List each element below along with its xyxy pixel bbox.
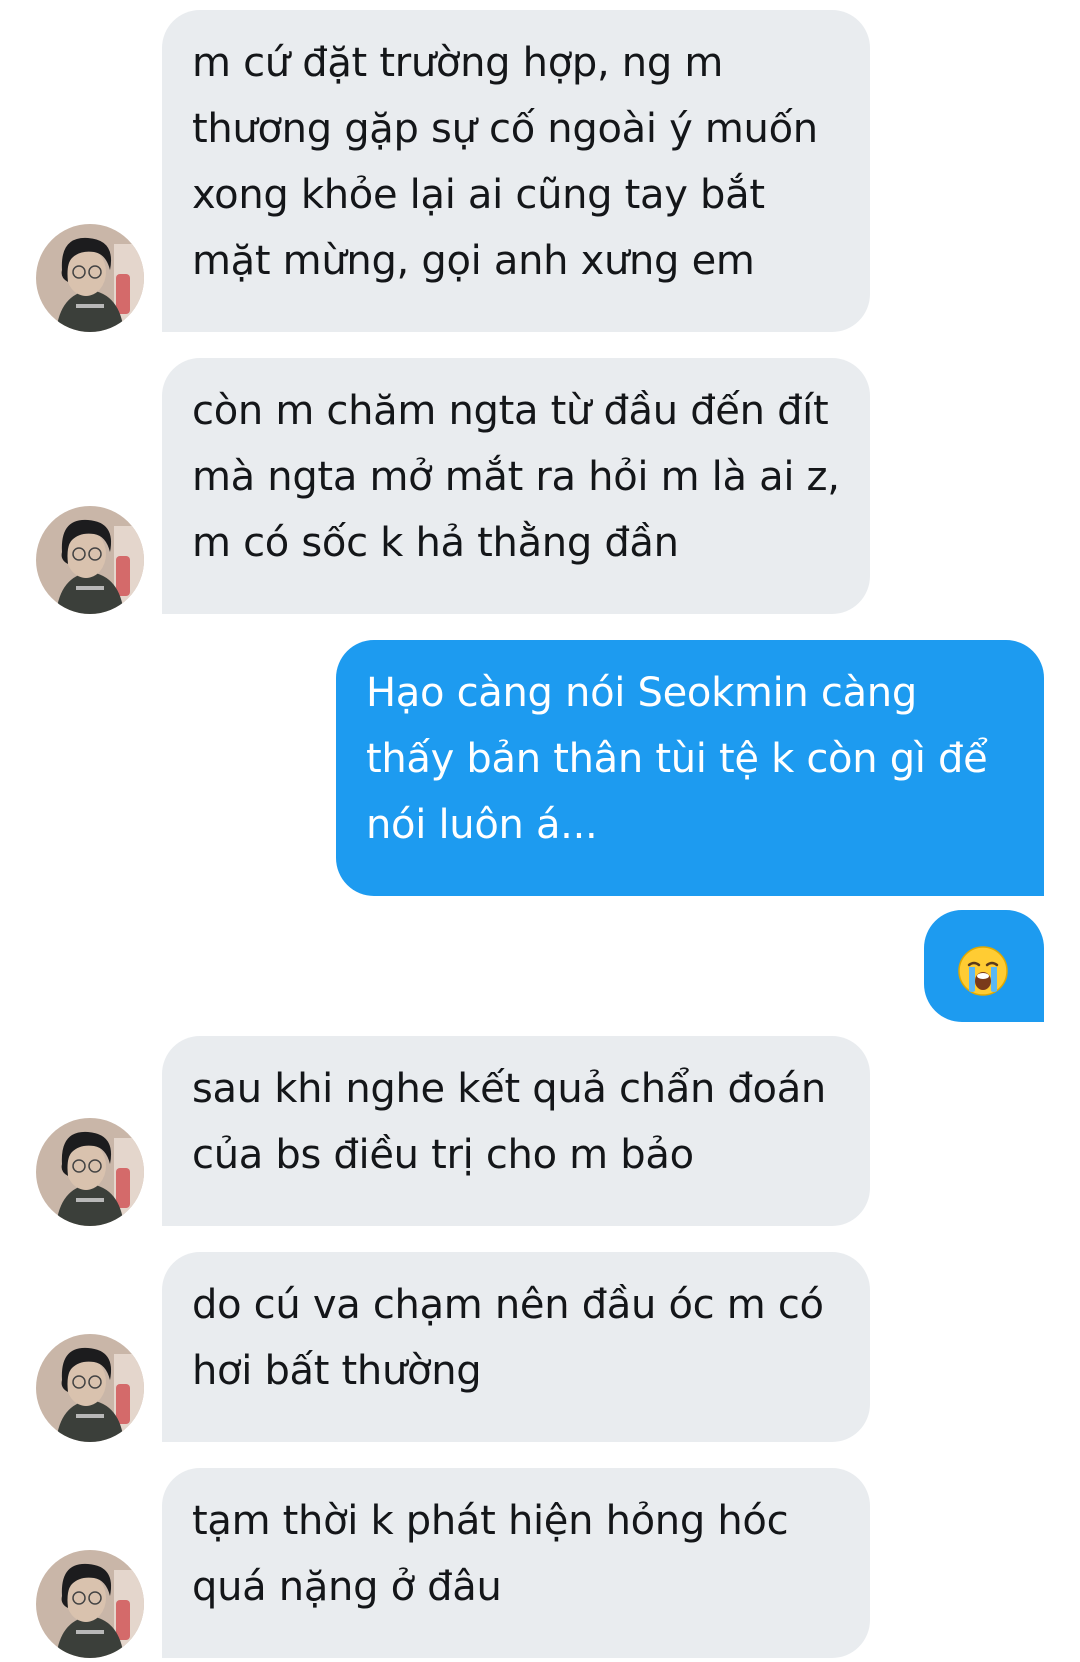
message-bubble-received[interactable]: do cú va chạm nên đầu óc m có hơi bất th… (162, 1252, 870, 1442)
message-bubble-received[interactable]: m cứ đặt trường hợp, ng m thương gặp sự … (162, 10, 870, 332)
message-row-sent: Hạo càng nói Seokmin càng thấy bản thân … (0, 640, 1080, 896)
avatar[interactable] (36, 224, 144, 332)
avatar-image (36, 224, 144, 332)
avatar[interactable] (36, 1550, 144, 1658)
avatar[interactable] (36, 1334, 144, 1442)
message-bubble-received[interactable]: sau khi nghe kết quả chẩn đoán của bs đi… (162, 1036, 870, 1226)
message-row-received: m cứ đặt trường hợp, ng m thương gặp sự … (0, 10, 1080, 332)
avatar-image (36, 1334, 144, 1442)
message-row-sent (0, 910, 1080, 1022)
message-bubble-received[interactable]: còn m chăm ngta từ đầu đến đít mà ngta m… (162, 358, 870, 614)
message-row-received: sau khi nghe kết quả chẩn đoán của bs đi… (0, 1036, 1080, 1226)
avatar-image (36, 1550, 144, 1658)
message-row-received: do cú va chạm nên đầu óc m có hơi bất th… (0, 1252, 1080, 1442)
message-row-received: còn m chăm ngta từ đầu đến đít mà ngta m… (0, 358, 1080, 614)
avatar-image (36, 1118, 144, 1226)
message-bubble-sent[interactable]: Hạo càng nói Seokmin càng thấy bản thân … (336, 640, 1044, 896)
loudly-crying-face-emoji (958, 946, 1008, 996)
message-row-received: tạm thời k phát hiện hỏng hóc quá nặng ở… (0, 1468, 1080, 1658)
message-bubble-sent-emoji[interactable] (924, 910, 1044, 1022)
message-bubble-received[interactable]: tạm thời k phát hiện hỏng hóc quá nặng ở… (162, 1468, 870, 1658)
avatar[interactable] (36, 1118, 144, 1226)
avatar[interactable] (36, 506, 144, 614)
avatar-image (36, 506, 144, 614)
